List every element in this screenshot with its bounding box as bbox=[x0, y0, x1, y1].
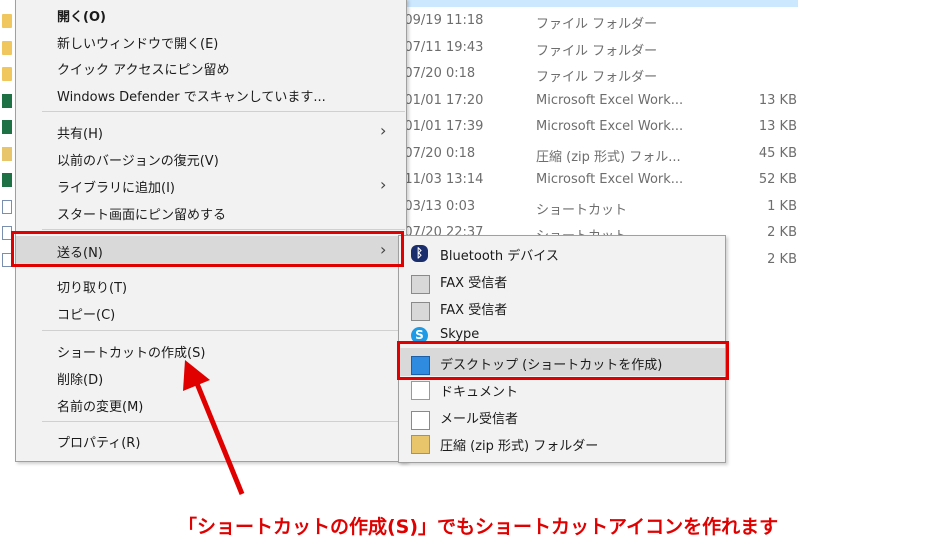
annotation-caption: 「ショートカットの作成(S)」でもショートカットアイコンを作れます bbox=[178, 516, 779, 538]
annotation-arrow-icon bbox=[183, 360, 245, 495]
